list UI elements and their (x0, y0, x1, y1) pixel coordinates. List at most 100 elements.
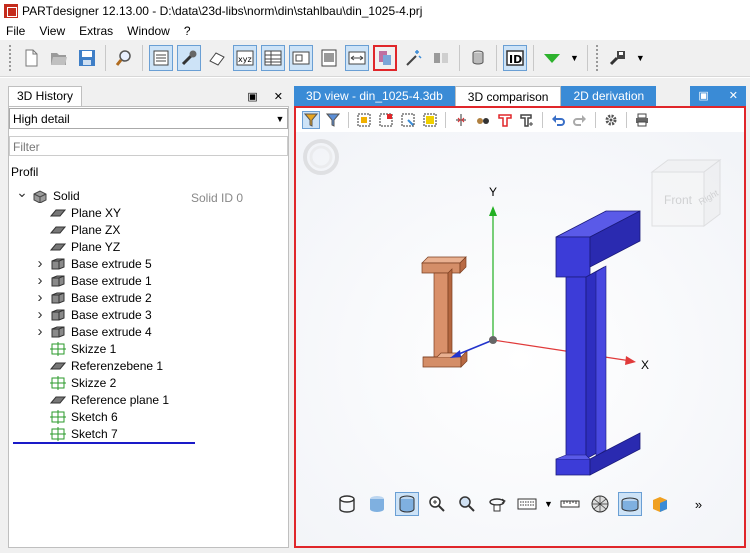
tree-item[interactable]: Referenzebene 1 (33, 357, 163, 374)
dimension-button[interactable] (289, 45, 313, 71)
wireframe-mode-button[interactable] (335, 492, 359, 516)
t-shape-icon (498, 114, 512, 127)
menu-help[interactable]: ? (184, 24, 199, 38)
shaded-edges-mode-button[interactable] (395, 492, 419, 516)
print-button[interactable] (633, 111, 651, 129)
more-tools-button[interactable]: » (695, 497, 702, 512)
chevron-down-icon[interactable]: ▼ (273, 114, 287, 124)
tree-item[interactable]: Reference plane 1 (33, 391, 169, 408)
section-button[interactable] (617, 492, 642, 516)
chevron-right-icon[interactable]: › (33, 255, 47, 272)
funnel-alt-button[interactable] (324, 111, 342, 129)
tab-3d-view[interactable]: 3D view - din_1025-4.3db (294, 86, 455, 106)
measure-button[interactable] (345, 45, 369, 71)
chevron-down-icon[interactable]: ⌄ (15, 184, 29, 201)
chevron-right-icon[interactable]: › (33, 272, 47, 289)
extrude-icon (49, 257, 67, 271)
id-button[interactable]: ID (503, 45, 527, 71)
svg-text:ID: ID (509, 53, 522, 66)
float-panel-icon[interactable]: ▣ (247, 90, 257, 103)
shaded-mode-button[interactable] (365, 492, 389, 516)
chevron-right-icon[interactable]: › (33, 306, 47, 323)
menu-extras[interactable]: Extras (79, 24, 121, 38)
tree-item[interactable]: Skizze 2 (33, 374, 116, 391)
tree-item[interactable]: › Base extrude 3 (33, 306, 152, 323)
select-d-button[interactable] (421, 111, 439, 129)
select-a-button[interactable] (355, 111, 373, 129)
tree-item[interactable]: › Base extrude 2 (33, 289, 152, 306)
mesh-button[interactable] (588, 492, 612, 516)
tree-item[interactable]: ⌄ Solid (15, 184, 80, 204)
transfer-button[interactable] (429, 45, 453, 71)
rotate-button[interactable] (485, 492, 509, 516)
solid-icon (31, 189, 49, 203)
zoom-fit-icon (459, 496, 475, 512)
preview-button[interactable] (317, 45, 341, 71)
tree-item[interactable]: › Base extrude 1 (33, 272, 152, 289)
zoom-fit-button[interactable] (455, 492, 479, 516)
open-file-button[interactable] (47, 45, 71, 71)
ruler-button[interactable] (558, 492, 582, 516)
save-button[interactable] (75, 45, 99, 71)
float-view-icon[interactable]: ▣ (698, 89, 708, 103)
view-cube-front-label[interactable]: Front (664, 193, 693, 207)
detail-select[interactable]: High detail ▼ (9, 108, 288, 129)
variables-button[interactable]: xyz (233, 45, 257, 71)
export-button[interactable] (606, 45, 630, 71)
shape-button[interactable] (205, 45, 229, 71)
filter-input[interactable]: Filter (9, 136, 288, 156)
tab-3d-history[interactable]: 3D History (8, 86, 83, 106)
view-cube[interactable]: Front Right (650, 159, 722, 227)
undo-button[interactable] (549, 111, 567, 129)
3d-scene[interactable]: Front Right Y X (296, 132, 744, 546)
tool-t-plus-button[interactable] (518, 111, 536, 129)
dropdown-arrow-icon[interactable]: ▼ (570, 53, 579, 63)
tree-item-label: Skizze 1 (71, 341, 117, 356)
glasses-button[interactable] (474, 111, 492, 129)
toolbar-grip[interactable] (9, 45, 13, 71)
split-button[interactable] (452, 111, 470, 129)
sheet-view-button[interactable] (149, 45, 173, 71)
menu-window[interactable]: Window (127, 24, 178, 38)
tab-2d-derivation[interactable]: 2D derivation (561, 86, 657, 106)
redo-button[interactable] (571, 111, 589, 129)
table-button[interactable] (261, 45, 285, 71)
tool-t-button[interactable] (496, 111, 514, 129)
tree-item[interactable]: › Base extrude 4 (33, 323, 152, 340)
settings-button[interactable] (602, 111, 620, 129)
tree-item[interactable]: › Base extrude 5 (33, 255, 152, 272)
chevron-right-icon[interactable]: › (33, 289, 47, 306)
tree-item-label: Sketch 6 (71, 409, 118, 424)
cylinder-button[interactable] (466, 45, 490, 71)
tree-item[interactable]: Plane ZX (33, 221, 120, 238)
search-button[interactable] (112, 45, 136, 71)
tree-item[interactable]: Sketch 6 (33, 408, 118, 425)
new-file-button[interactable] (19, 45, 43, 71)
funnel-filter-button[interactable] (302, 111, 320, 129)
color-cube-button[interactable] (648, 492, 672, 516)
menu-view[interactable]: View (39, 24, 73, 38)
3d-comparison-button[interactable] (373, 45, 397, 71)
menu-file[interactable]: File (6, 24, 33, 38)
select-c-button[interactable] (399, 111, 417, 129)
keyboard-button[interactable] (515, 492, 539, 516)
close-panel-icon[interactable]: ✕ (274, 90, 283, 103)
chevron-right-icon[interactable]: › (33, 323, 47, 340)
zoom-button[interactable] (425, 492, 449, 516)
tree-item[interactable]: Sketch 7 (33, 425, 118, 442)
select-b-button[interactable] (377, 111, 395, 129)
3d-viewport[interactable]: Front Right Y X ▼ » (296, 132, 744, 546)
tree-item[interactable]: Plane YZ (33, 238, 120, 255)
tool-button[interactable] (177, 45, 201, 71)
tree-item[interactable]: Skizze 1 (33, 340, 116, 357)
tab-3d-comparison[interactable]: 3D comparison (454, 86, 562, 106)
dropdown-arrow-icon[interactable]: ▼ (544, 499, 553, 509)
close-view-icon[interactable]: ✕ (729, 89, 738, 103)
green-arrow-button[interactable] (540, 45, 564, 71)
magic-button[interactable] (401, 45, 425, 71)
plane-icon (49, 206, 67, 220)
dropdown-arrow-icon[interactable]: ▼ (636, 53, 645, 63)
toolbar-grip[interactable] (595, 45, 600, 71)
tree-item[interactable]: Plane XY (33, 204, 121, 221)
redo-icon (573, 115, 586, 126)
